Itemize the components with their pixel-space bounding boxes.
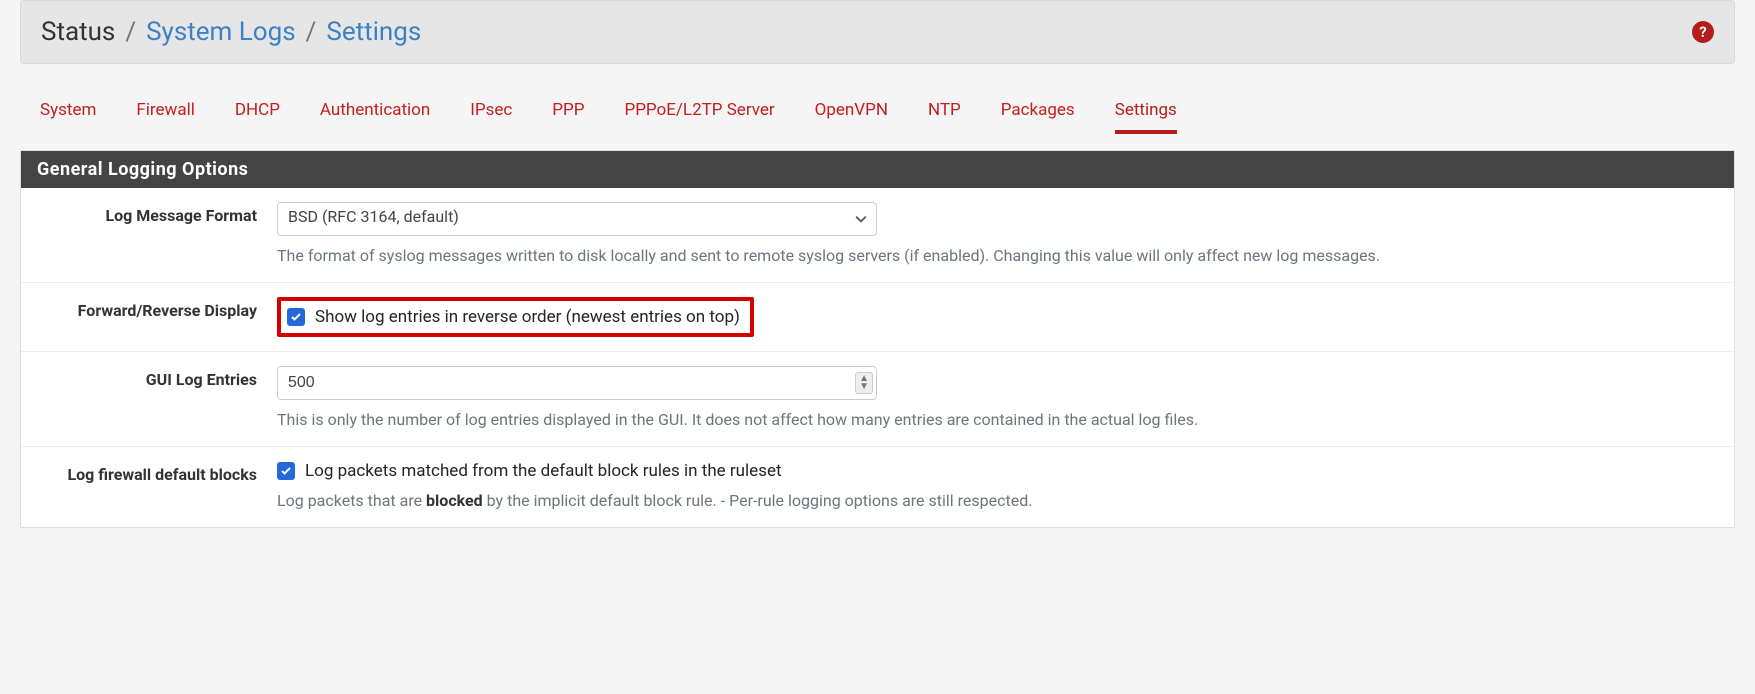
label-fw-default: Log firewall default blocks — [37, 461, 277, 513]
tab-ntp[interactable]: NTP — [928, 100, 961, 134]
select-log-format[interactable]: BSD (RFC 3164, default) — [277, 202, 877, 236]
tab-settings[interactable]: Settings — [1115, 100, 1177, 134]
label-log-format: Log Message Format — [37, 202, 277, 268]
help-log-format: The format of syslog messages written to… — [277, 244, 1718, 268]
input-gui-entries[interactable] — [277, 366, 877, 400]
help-fw-prefix: Log packets that are — [277, 491, 426, 510]
help-fw-default: Log packets that are blocked by the impl… — [277, 489, 1718, 513]
tab-ipsec[interactable]: IPsec — [470, 100, 512, 134]
label-gui-entries: GUI Log Entries — [37, 366, 277, 432]
breadcrumb-settings[interactable]: Settings — [326, 17, 421, 47]
breadcrumb-root[interactable]: Status — [41, 17, 115, 47]
tab-pppoe[interactable]: PPPoE/L2TP Server — [624, 100, 774, 134]
tab-packages[interactable]: Packages — [1001, 100, 1075, 134]
row-reverse-display: Forward/Reverse Display Show log entries… — [21, 283, 1734, 352]
label-reverse-display: Forward/Reverse Display — [37, 297, 277, 337]
highlight-reverse-option: Show log entries in reverse order (newes… — [277, 297, 754, 337]
checkbox-reverse-display[interactable] — [287, 308, 305, 326]
checkbox-label-fw-default: Log packets matched from the default blo… — [305, 461, 782, 481]
breadcrumb-sep-2: / — [306, 17, 317, 47]
help-fw-suffix: by the implicit default block rule. - Pe… — [483, 491, 1033, 510]
breadcrumb-bar: Status / System Logs / Settings ? — [20, 0, 1735, 64]
breadcrumb-systemlogs[interactable]: System Logs — [146, 17, 296, 47]
help-icon[interactable]: ? — [1692, 21, 1714, 43]
row-log-format: Log Message Format BSD (RFC 3164, defaul… — [21, 188, 1734, 283]
checkbox-label-reverse: Show log entries in reverse order (newes… — [315, 307, 740, 327]
general-logging-panel: General Logging Options Log Message Form… — [20, 150, 1735, 528]
tabs: System Firewall DHCP Authentication IPse… — [20, 70, 1735, 150]
tab-openvpn[interactable]: OpenVPN — [815, 100, 888, 134]
help-fw-bold: blocked — [426, 491, 483, 510]
checkbox-fw-default[interactable] — [277, 462, 295, 480]
tab-dhcp[interactable]: DHCP — [235, 100, 280, 134]
help-gui-entries: This is only the number of log entries d… — [277, 408, 1718, 432]
tab-firewall[interactable]: Firewall — [136, 100, 194, 134]
tab-authentication[interactable]: Authentication — [320, 100, 430, 134]
row-fw-default: Log firewall default blocks Log packets … — [21, 447, 1734, 527]
tab-ppp[interactable]: PPP — [552, 100, 584, 134]
panel-title: General Logging Options — [21, 151, 1734, 188]
row-gui-entries: GUI Log Entries ▲▼ This is only the numb… — [21, 352, 1734, 447]
breadcrumb-sep-1: / — [125, 17, 136, 47]
breadcrumb: Status / System Logs / Settings — [41, 17, 421, 47]
tab-system[interactable]: System — [40, 100, 96, 134]
